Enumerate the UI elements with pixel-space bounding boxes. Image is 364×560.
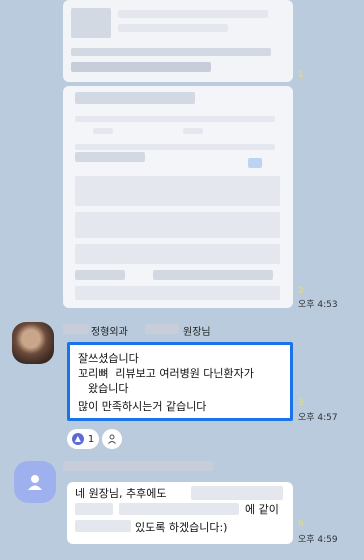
blurred-content	[75, 286, 280, 300]
blurred-name	[63, 461, 213, 471]
blurred-content	[75, 520, 131, 532]
unread-count: 2	[298, 286, 304, 296]
message-line: 있도록 하겠습니다:)	[135, 521, 228, 534]
thumbs-up-icon: ▲	[71, 433, 84, 445]
message-time: 오후 4:59	[298, 535, 338, 545]
sender-title: 원장님	[183, 327, 211, 338]
blurred-content	[75, 503, 113, 515]
message-line: 에 같이	[245, 503, 279, 516]
blurred-content	[183, 128, 203, 134]
blurred-content	[75, 212, 280, 238]
person-icon	[28, 475, 42, 490]
blurred-content	[71, 8, 111, 38]
message-line: 꼬리뼈 리뷰보고 여러병원 다닌환자가	[78, 367, 254, 380]
blurred-content	[75, 144, 275, 150]
unread-count: 6	[298, 519, 304, 529]
avatar[interactable]	[14, 461, 56, 503]
blurred-content	[75, 270, 125, 280]
blurred-content	[75, 116, 275, 122]
blurred-content	[118, 24, 228, 32]
blurred-content	[248, 158, 262, 168]
person-icon	[108, 434, 116, 444]
image-message[interactable]	[63, 86, 293, 308]
blurred-content	[153, 270, 273, 280]
reaction-badge[interactable]: ▲ 1	[67, 429, 99, 449]
message-line: 네 원장님, 추후에도	[75, 487, 167, 500]
blurred-content	[75, 244, 280, 264]
avatar[interactable]	[12, 322, 54, 364]
image-message[interactable]	[63, 0, 293, 82]
reaction-count: 1	[87, 433, 95, 445]
unread-count: 3	[298, 398, 304, 408]
blurred-content	[75, 92, 195, 104]
message-time: 오후 4:53	[298, 300, 338, 310]
message-line: 많이 만족하시는거 같습니다	[78, 400, 207, 413]
blurred-content	[93, 128, 113, 134]
blurred-content	[75, 152, 145, 162]
add-reaction-button[interactable]	[102, 429, 122, 449]
message-line: 왔습니다	[88, 382, 129, 395]
blurred-content	[71, 62, 211, 72]
blurred-name	[63, 324, 89, 334]
blurred-content	[118, 10, 268, 18]
text-message[interactable]: 잘쓰셨습니다 꼬리뼈 리뷰보고 여러병원 다닌환자가 왔습니다 많이 만족하시는…	[67, 342, 293, 421]
sender-name: 정형외과	[91, 327, 128, 338]
message-time: 오후 4:57	[298, 413, 338, 423]
unread-count: 1	[298, 70, 304, 80]
blurred-content	[191, 486, 283, 500]
blurred-content	[75, 176, 280, 206]
text-message[interactable]: 네 원장님, 추후에도 에 같이 있도록 하겠습니다:)	[67, 482, 293, 544]
blurred-content	[119, 503, 239, 515]
blurred-name	[145, 324, 179, 334]
blurred-content	[71, 48, 271, 56]
message-line: 잘쓰셨습니다	[78, 352, 139, 365]
